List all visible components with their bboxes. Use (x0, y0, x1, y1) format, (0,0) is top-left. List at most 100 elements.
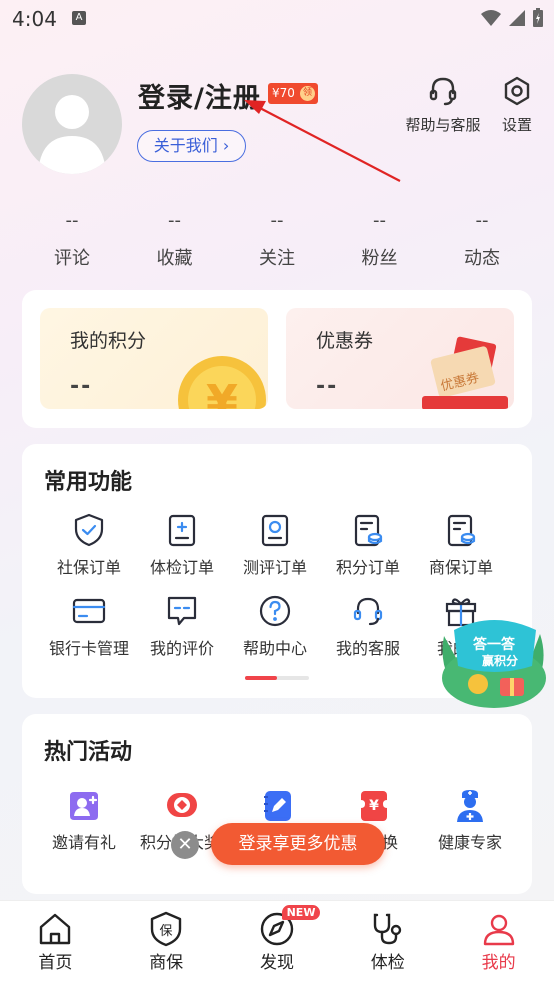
tab-label: 发现 (259, 953, 294, 973)
commercial-insurance-orders[interactable]: 商保订单 (411, 510, 511, 578)
shield-check-icon (74, 513, 104, 547)
wifi-icon (481, 10, 501, 26)
social-insurance-orders[interactable]: 社保订单 (39, 510, 139, 578)
lottery-icon (167, 793, 197, 817)
notification-icon: A (72, 11, 86, 25)
stat-activity[interactable]: -- 动态 (432, 210, 532, 270)
stat-value: -- (168, 210, 181, 231)
assessment-orders[interactable]: 测评订单 (225, 510, 325, 578)
stat-value: -- (270, 210, 284, 231)
doctor-icon (457, 790, 483, 822)
my-points-tile[interactable]: 我的积分 -- ¥ (40, 308, 268, 409)
coupon-tag[interactable]: ¥70 领 (268, 83, 318, 104)
settings-label: 设置 (501, 116, 532, 134)
help-center[interactable]: 帮助中心 (225, 591, 325, 659)
points-orders[interactable]: 积分订单 (318, 510, 418, 578)
headset-icon (429, 77, 457, 106)
page-indicator-active (245, 676, 277, 680)
coupon-amount: ¥70 (272, 86, 295, 100)
shield-text: 保 (160, 924, 173, 939)
yuan-exchange-icon: ¥ (361, 791, 387, 821)
coupons-tile[interactable]: 优惠券 -- 优惠券 (286, 308, 514, 409)
tab-label: 首页 (38, 953, 73, 973)
new-badge: NEW (281, 905, 321, 920)
comment-icon (167, 596, 197, 626)
my-points-title: 我的积分 (70, 330, 147, 352)
edit-note-icon (264, 791, 291, 821)
about-us-button[interactable]: 关于我们 › (137, 130, 246, 162)
hot-label: 邀请有礼 (51, 833, 116, 852)
bank-card-management[interactable]: 银行卡管理 (39, 591, 139, 659)
assessment-doc-icon (261, 514, 289, 547)
stat-followers[interactable]: -- 粉丝 (330, 210, 430, 270)
tab-physical-exam[interactable]: 体检 (332, 901, 443, 984)
my-customer-service[interactable]: 我的客服 (318, 591, 418, 659)
grid-label: 我的评价 (149, 639, 214, 658)
invite-reward[interactable]: 邀请有礼 (32, 788, 136, 854)
health-expert[interactable]: 健康专家 (418, 788, 522, 854)
promo-close-button[interactable]: ✕ (171, 831, 199, 859)
help-service-label: 帮助与客服 (405, 116, 481, 134)
my-reviews[interactable]: 我的评价 (132, 591, 232, 659)
points-doc-icon (354, 514, 383, 547)
quiz-floating-badge[interactable]: 答一答 赢积分 (436, 606, 552, 710)
status-time: 4:04 (12, 7, 57, 31)
grid-label: 社保订单 (56, 558, 121, 577)
quiz-badge-art: 答一答 赢积分 (442, 620, 546, 708)
hot-activities-card: 热门活动 邀请有礼 积分抽大奖 ¥ 兑换 健康专家 (22, 714, 532, 894)
tab-label: 体检 (370, 953, 405, 973)
help-service-button[interactable]: 帮助与客服 (404, 74, 482, 135)
page-indicator (245, 676, 309, 680)
coupons-value: -- (316, 374, 339, 399)
login-promo-button[interactable]: 登录享更多优惠 (211, 823, 385, 865)
quiz-line1: 答一答 (473, 636, 516, 653)
login-register-link[interactable]: 登录/注册 (138, 76, 261, 115)
coupons-title: 优惠券 (316, 330, 374, 352)
chevron-right-icon: › (222, 136, 230, 155)
hot-activities-title: 热门活动 (44, 740, 133, 765)
stat-value: -- (475, 210, 489, 231)
stat-following[interactable]: -- 关注 (227, 210, 327, 270)
grid-label: 我的客服 (335, 639, 400, 658)
stat-label: 评论 (54, 248, 90, 269)
coupon-art-icon: 优惠券 (422, 336, 508, 409)
gold-coin-icon: ¥ (178, 356, 266, 409)
physical-exam-orders[interactable]: 体检订单 (132, 510, 232, 578)
about-us-label: 关于我们 (153, 136, 218, 155)
stat-label: 粉丝 (361, 248, 398, 269)
battery-icon (533, 8, 543, 27)
stat-label: 关注 (259, 248, 295, 269)
grid-label: 银行卡管理 (48, 639, 129, 658)
insurance-shield-icon: 保 (150, 911, 182, 947)
status-bar: 4:04 A (0, 0, 554, 36)
grid-label: 体检订单 (149, 558, 214, 577)
common-functions-title: 常用功能 (44, 470, 133, 495)
grid-label: 帮助中心 (242, 639, 307, 658)
stat-favorites[interactable]: -- 收藏 (125, 210, 225, 270)
tab-label: 我的 (481, 953, 516, 973)
user-stats: -- 评论 -- 收藏 -- 关注 -- 粉丝 -- 动态 (22, 210, 532, 270)
svg-text:¥: ¥ (369, 798, 379, 814)
tab-commercial-insurance[interactable]: 保 商保 (111, 901, 222, 984)
status-icons (480, 8, 544, 28)
grid-label: 商保订单 (428, 558, 493, 577)
tab-home[interactable]: 首页 (0, 901, 111, 984)
stat-comments[interactable]: -- 评论 (22, 210, 122, 270)
avatar[interactable] (22, 74, 122, 174)
headset-icon (353, 597, 383, 626)
default-user-icon (38, 95, 106, 174)
home-icon (40, 913, 71, 945)
grid-label: 积分订单 (335, 558, 400, 577)
coin-symbol: ¥ (206, 375, 238, 409)
user-icon (483, 914, 514, 946)
my-points-value: -- (70, 374, 93, 399)
help-circle-icon (259, 595, 291, 627)
coupon-claim-badge: 领 (300, 86, 315, 101)
hot-label: 健康专家 (437, 833, 502, 852)
tab-mine[interactable]: 我的 (443, 901, 554, 984)
settings-button[interactable]: 设置 (494, 74, 540, 135)
insurance-doc-icon (447, 514, 476, 547)
quiz-line2: 赢积分 (482, 653, 518, 668)
tab-discover[interactable]: NEW 发现 (222, 901, 333, 984)
signal-icon (509, 10, 525, 26)
